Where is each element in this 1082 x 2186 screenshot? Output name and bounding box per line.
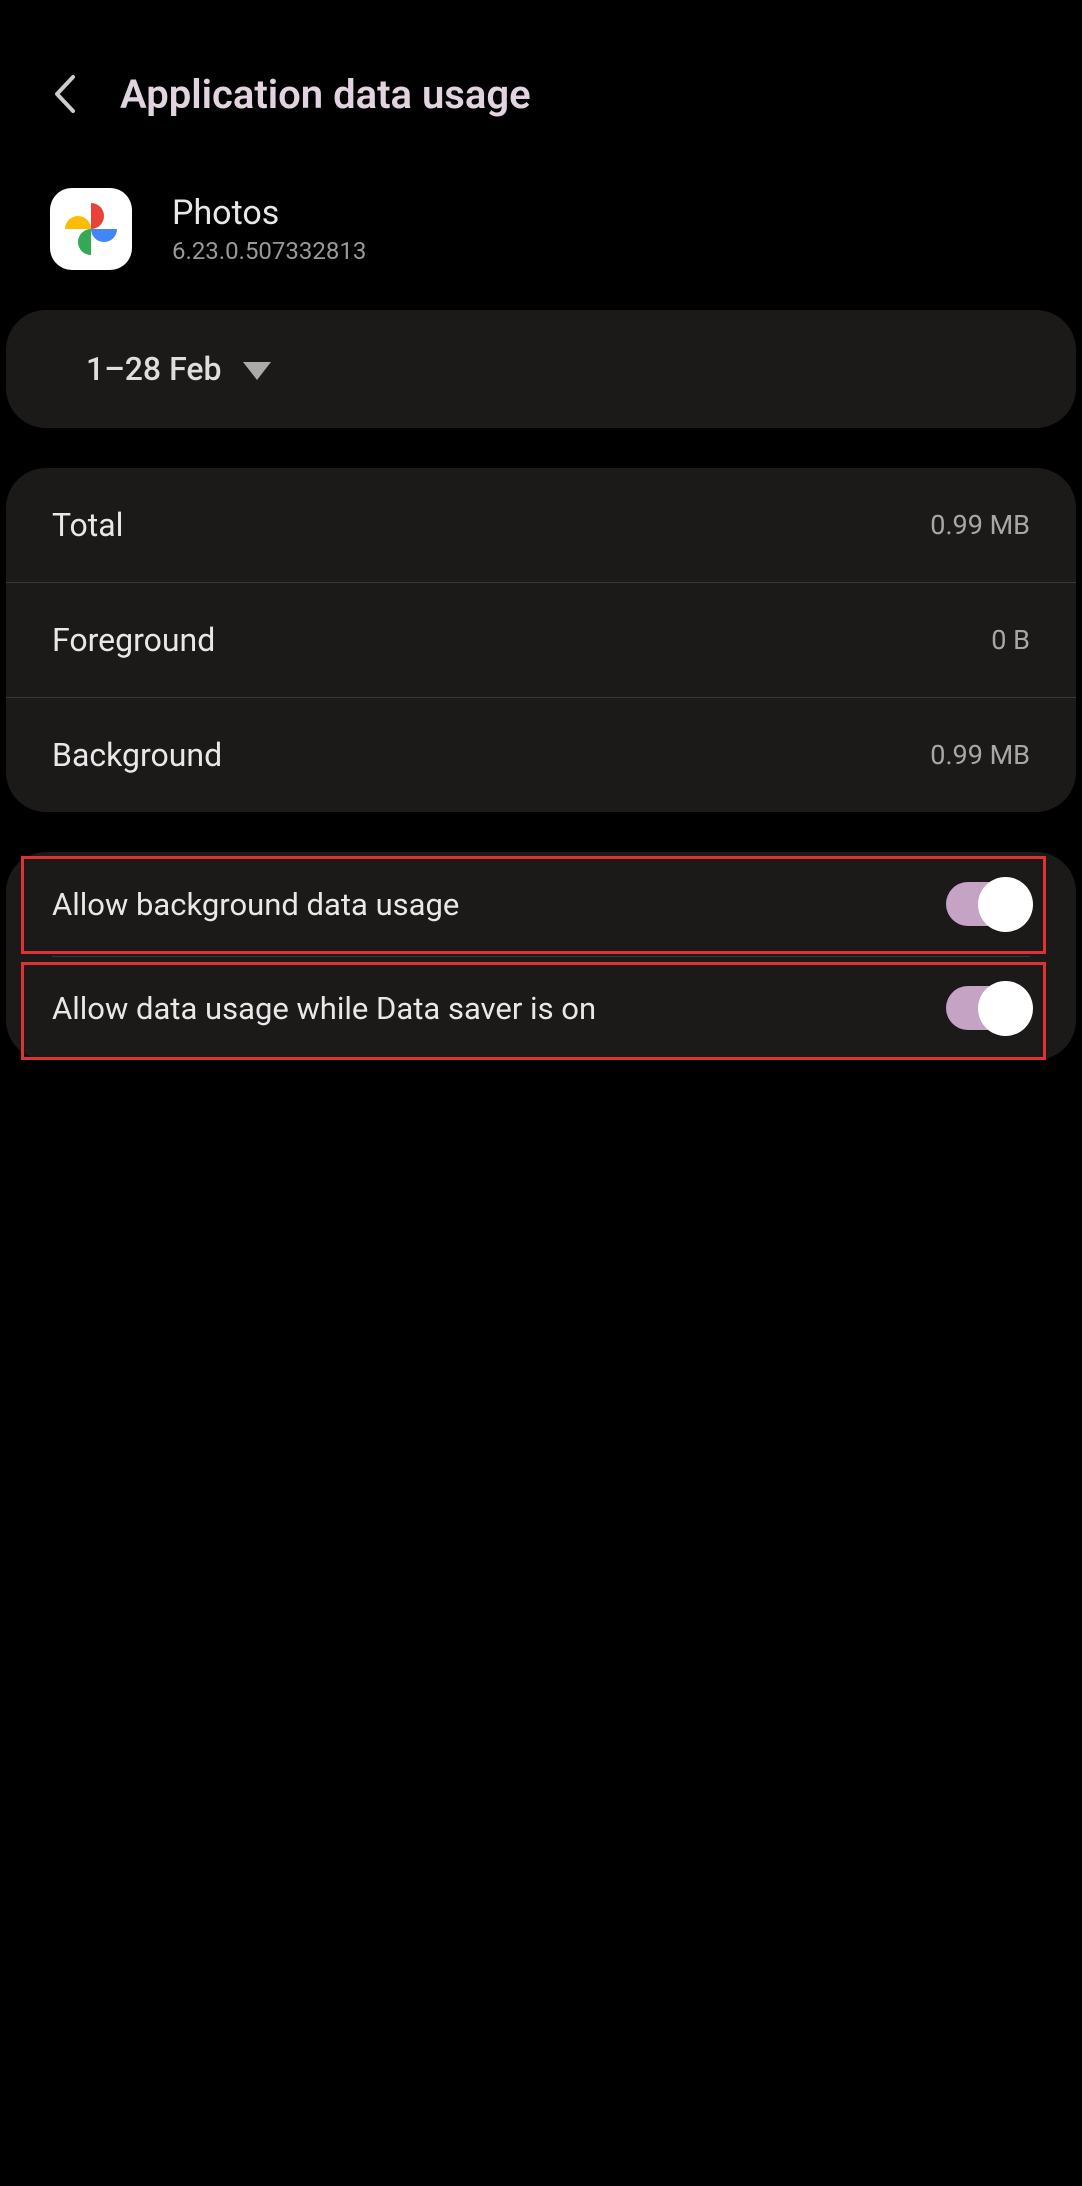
stats-card: Total 0.99 MB Foreground 0 B Background … xyxy=(6,468,1076,812)
stat-label: Background xyxy=(52,736,222,774)
stat-row-total: Total 0.99 MB xyxy=(6,468,1076,582)
highlight-annotation xyxy=(21,962,1046,1060)
toggles-card: Allow background data usage Allow data u… xyxy=(6,852,1076,1060)
header: Application data usage xyxy=(0,0,1082,158)
stat-row-background: Background 0.99 MB xyxy=(6,697,1076,812)
highlight-annotation xyxy=(21,856,1046,954)
app-version: 6.23.0.507332813 xyxy=(172,237,366,265)
app-name: Photos xyxy=(172,193,366,233)
stat-label: Total xyxy=(52,506,123,544)
stat-row-foreground: Foreground 0 B xyxy=(6,582,1076,697)
app-icon xyxy=(50,188,132,270)
back-icon[interactable] xyxy=(50,70,80,118)
chevron-down-icon xyxy=(243,362,271,380)
stat-label: Foreground xyxy=(52,621,215,659)
app-text: Photos 6.23.0.507332813 xyxy=(172,193,366,265)
page-title: Application data usage xyxy=(120,71,531,118)
date-range-label: 1–28 Feb xyxy=(86,350,221,388)
stat-value: 0 B xyxy=(991,624,1030,656)
app-info: Photos 6.23.0.507332813 xyxy=(0,158,1082,310)
date-range-card: 1–28 Feb xyxy=(6,310,1076,428)
date-range-selector[interactable]: 1–28 Feb xyxy=(86,350,996,388)
stat-value: 0.99 MB xyxy=(930,739,1030,771)
stat-value: 0.99 MB xyxy=(930,509,1030,541)
